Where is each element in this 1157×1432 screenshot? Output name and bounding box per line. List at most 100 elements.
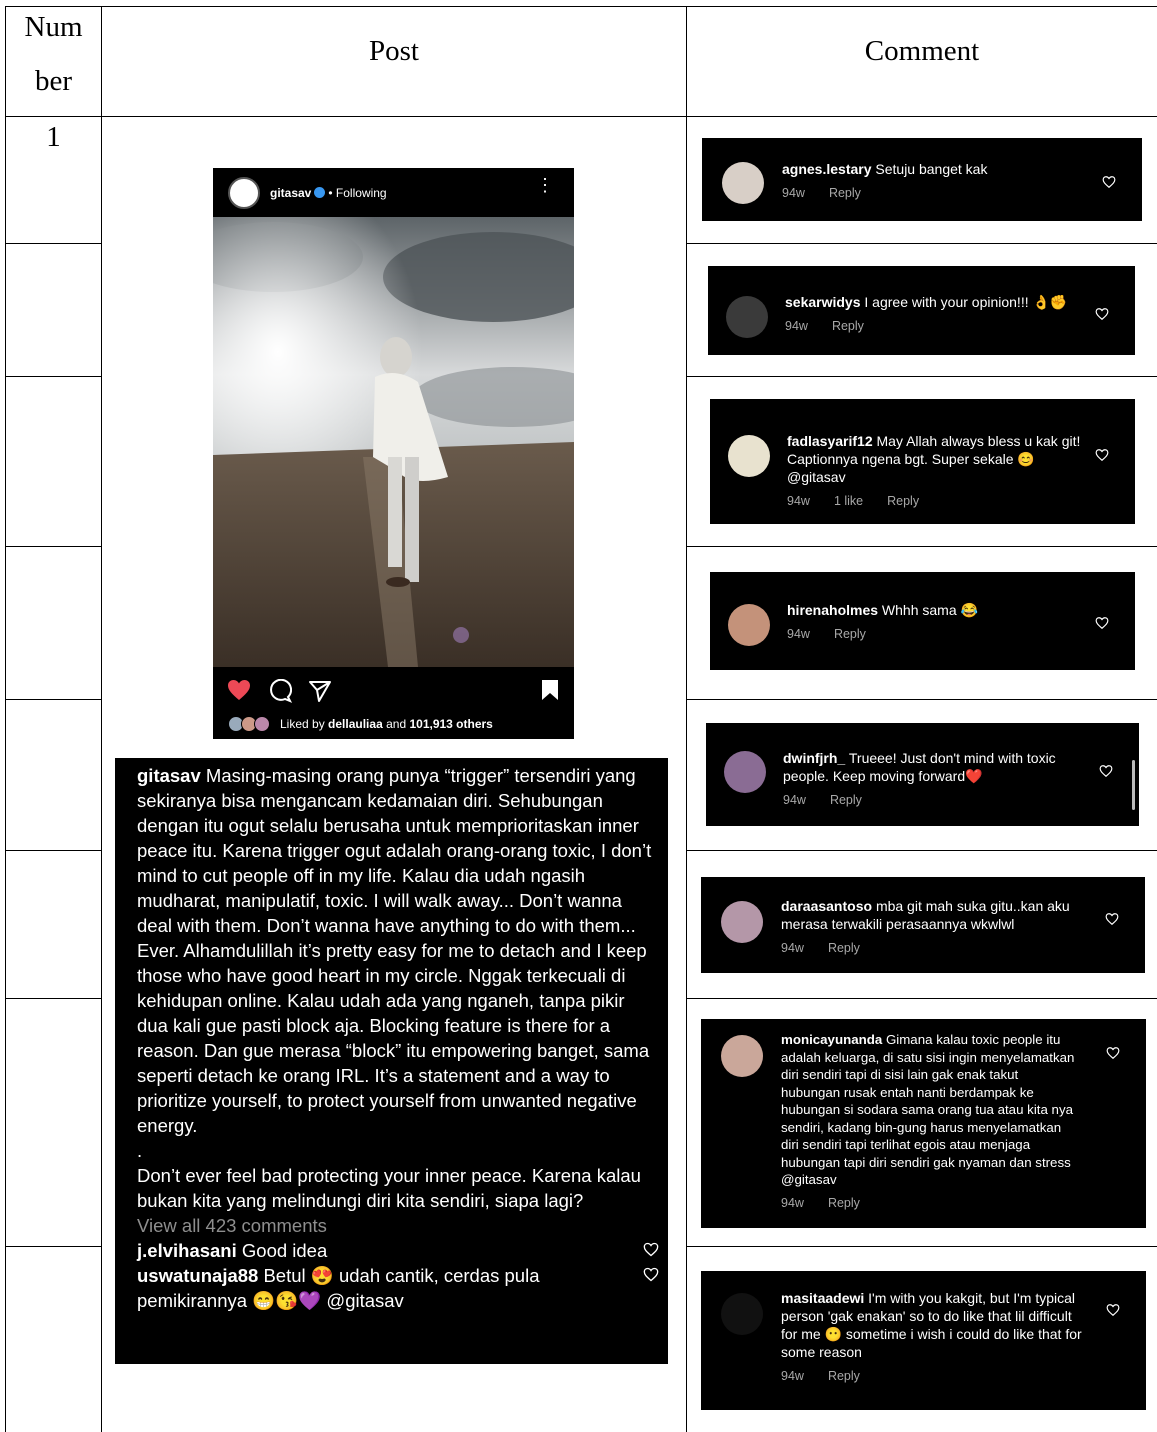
table-border-left bbox=[5, 6, 6, 1432]
reply-button[interactable]: Reply bbox=[834, 627, 866, 641]
comment-body: masitaadewi I'm with you kakgit, but I'm… bbox=[781, 1289, 1086, 1385]
comment-username[interactable]: monicayunanda bbox=[781, 1032, 882, 1047]
caption-dot: . bbox=[137, 1140, 143, 1161]
header-number-line1: Num bbox=[24, 11, 83, 43]
comment-line: fadlasyarif12 May Allah always bless u k… bbox=[787, 432, 1082, 486]
comment-username[interactable]: daraasantoso bbox=[781, 898, 872, 914]
comment-username[interactable]: uswatunaja88 bbox=[137, 1265, 258, 1286]
comment-age: 94w bbox=[785, 319, 808, 333]
caption-body-2: Don’t ever feel bad protecting your inne… bbox=[137, 1165, 641, 1211]
reply-button[interactable]: Reply bbox=[829, 186, 861, 200]
avatar[interactable] bbox=[721, 901, 763, 943]
comment-text: Whhh sama 😂 bbox=[881, 602, 978, 618]
avatar[interactable] bbox=[721, 1293, 763, 1335]
bookmark-icon[interactable] bbox=[541, 679, 559, 701]
comment-body: hirenaholmes Whhh sama 😂 94w Reply bbox=[787, 601, 1082, 643]
view-all-comments[interactable]: View all 423 comments bbox=[137, 1213, 657, 1238]
comment-card: fadlasyarif12 May Allah always bless u k… bbox=[710, 399, 1135, 524]
comment-card: daraasantoso mba git mah suka gitu..kan … bbox=[701, 877, 1145, 973]
reply-button[interactable]: Reply bbox=[832, 319, 864, 333]
comment-line: daraasantoso mba git mah suka gitu..kan … bbox=[781, 897, 1081, 933]
comment-body: fadlasyarif12 May Allah always bless u k… bbox=[787, 432, 1082, 510]
comment-likes[interactable]: 1 like bbox=[834, 494, 863, 508]
comment-card: hirenaholmes Whhh sama 😂 94w Reply bbox=[710, 572, 1135, 670]
photo-image bbox=[213, 217, 574, 667]
heart-outline-icon[interactable] bbox=[643, 1267, 659, 1282]
liked-by[interactable]: Liked by dellauliaa and 101,913 others bbox=[228, 716, 493, 732]
post-caption: gitasav Masing-masing orang punya “trigg… bbox=[115, 758, 668, 1364]
comment-username[interactable]: j.elvihasani bbox=[137, 1240, 237, 1261]
heart-outline-icon[interactable] bbox=[1095, 616, 1109, 630]
reply-button[interactable]: Reply bbox=[828, 941, 860, 955]
comment-body: monicayunanda Gimana kalau toxic people … bbox=[781, 1031, 1081, 1212]
header-number: Num ber bbox=[6, 0, 101, 108]
comment-age: 94w bbox=[782, 186, 805, 200]
caption-username[interactable]: gitasav bbox=[137, 765, 201, 786]
heart-outline-icon[interactable] bbox=[1106, 1303, 1120, 1317]
reply-button[interactable]: Reply bbox=[828, 1196, 860, 1210]
heart-outline-icon[interactable] bbox=[1095, 307, 1109, 321]
comment-text: I agree with your opinion!!! 👌✊ bbox=[864, 294, 1068, 310]
reply-button[interactable]: Reply bbox=[828, 1369, 860, 1383]
comment-username[interactable]: dwinfjrh_ bbox=[783, 750, 845, 766]
comment-username[interactable]: fadlasyarif12 bbox=[787, 433, 873, 449]
avatar[interactable] bbox=[722, 162, 764, 204]
scrollbar[interactable] bbox=[1132, 760, 1135, 810]
comment-line: hirenaholmes Whhh sama 😂 bbox=[787, 601, 1082, 619]
share-icon[interactable] bbox=[308, 679, 332, 703]
liked-prefix: Liked by bbox=[280, 717, 325, 731]
heart-outline-icon[interactable] bbox=[1095, 448, 1109, 462]
liked-and: and bbox=[386, 717, 407, 731]
avatar[interactable] bbox=[726, 296, 768, 338]
comment-body: dwinfjrh_ Trueee! Just don't mind with t… bbox=[783, 749, 1083, 809]
comment-body: agnes.lestary Setuju banget kak 94w Reply bbox=[782, 160, 1082, 202]
comment-body: daraasantoso mba git mah suka gitu..kan … bbox=[781, 897, 1081, 957]
comment-username[interactable]: agnes.lestary bbox=[782, 161, 872, 177]
liker-avatar bbox=[254, 716, 270, 732]
post-header: gitasav • Following ⋮ bbox=[213, 168, 574, 217]
post-photo[interactable] bbox=[213, 217, 574, 667]
more-options-icon[interactable]: ⋮ bbox=[536, 176, 554, 194]
caption-comment: j.elvihasani Good idea bbox=[137, 1238, 659, 1263]
comment-username[interactable]: masitaadewi bbox=[781, 1290, 864, 1306]
avatar[interactable] bbox=[721, 1035, 763, 1077]
heart-outline-icon[interactable] bbox=[1105, 912, 1119, 926]
heart-outline-icon[interactable] bbox=[1106, 1046, 1120, 1060]
post-actions bbox=[213, 673, 574, 709]
comment-username[interactable]: hirenaholmes bbox=[787, 602, 878, 618]
comment-username[interactable]: sekarwidys bbox=[785, 294, 861, 310]
comment-line: agnes.lestary Setuju banget kak bbox=[782, 160, 1082, 178]
comment-line: dwinfjrh_ Trueee! Just don't mind with t… bbox=[783, 749, 1083, 785]
comment-meta: 94w Reply bbox=[783, 791, 1083, 809]
comment-age: 94w bbox=[781, 1369, 804, 1383]
following-label[interactable]: • Following bbox=[328, 186, 386, 200]
comment-card: monicayunanda Gimana kalau toxic people … bbox=[701, 1019, 1146, 1228]
caption-text: gitasav Masing-masing orang punya “trigg… bbox=[137, 763, 657, 1138]
heart-outline-icon[interactable] bbox=[1099, 764, 1113, 778]
row-number: 1 bbox=[46, 121, 61, 153]
avatar[interactable] bbox=[728, 435, 770, 477]
liked-user[interactable]: dellauliaa bbox=[328, 717, 383, 731]
avatar[interactable] bbox=[228, 176, 260, 209]
avatar[interactable] bbox=[724, 751, 766, 793]
post-username[interactable]: gitasav bbox=[270, 186, 311, 200]
comment-meta: 94w Reply bbox=[785, 317, 1075, 335]
heart-icon[interactable] bbox=[227, 679, 251, 701]
comment-line: masitaadewi I'm with you kakgit, but I'm… bbox=[781, 1289, 1086, 1361]
comment-line: sekarwidys I agree with your opinion!!! … bbox=[785, 293, 1075, 311]
comment-card: agnes.lestary Setuju banget kak 94w Reply bbox=[702, 138, 1142, 221]
instagram-post: gitasav • Following ⋮ Liked by dellaulia… bbox=[213, 168, 574, 739]
caption-comment: uswatunaja88 Betul 😍 udah cantik, cerdas… bbox=[137, 1263, 659, 1313]
comment-text: Good idea bbox=[241, 1240, 328, 1261]
avatar[interactable] bbox=[728, 604, 770, 646]
reply-button[interactable]: Reply bbox=[830, 793, 862, 807]
liked-count[interactable]: 101,913 others bbox=[409, 717, 492, 731]
comment-card: masitaadewi I'm with you kakgit, but I'm… bbox=[701, 1271, 1146, 1410]
caption-body: Masing-masing orang punya “trigger” ters… bbox=[137, 765, 652, 1136]
comment-icon[interactable] bbox=[268, 679, 292, 703]
comment-meta: 94w Reply bbox=[781, 1195, 1081, 1213]
reply-button[interactable]: Reply bbox=[887, 494, 919, 508]
header-comment: Comment bbox=[864, 35, 980, 67]
heart-outline-icon[interactable] bbox=[1102, 175, 1116, 189]
heart-outline-icon[interactable] bbox=[643, 1242, 659, 1257]
